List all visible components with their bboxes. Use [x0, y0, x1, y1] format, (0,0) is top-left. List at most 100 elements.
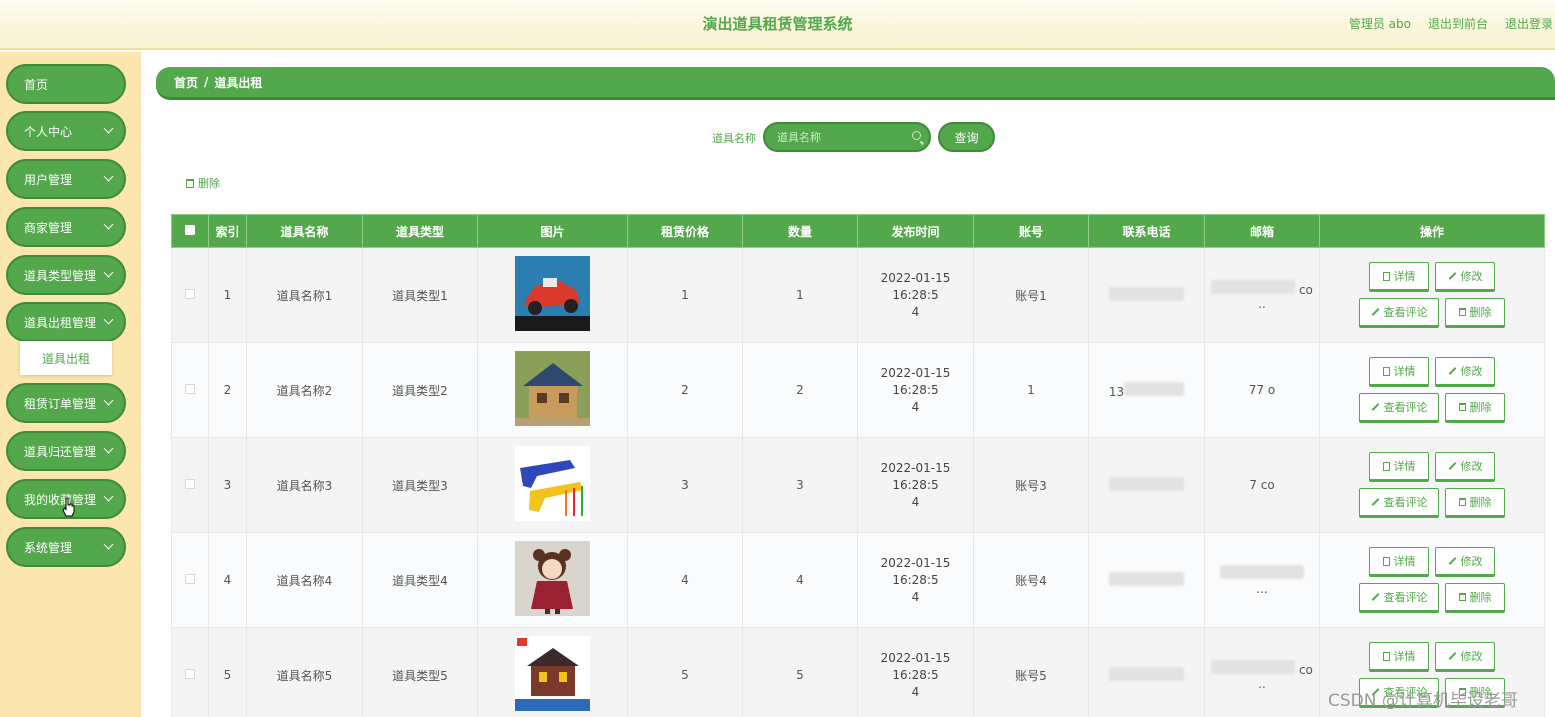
sidebar-item-user-management[interactable]: 用户管理 — [6, 159, 126, 199]
cell-actions: 详情 修改 查看评论 删除 — [1319, 532, 1545, 628]
column-header: 操作 — [1319, 214, 1545, 248]
view-comments-button[interactable]: 查看评论 — [1359, 298, 1439, 328]
column-header: 图片 — [477, 214, 628, 248]
time-line-2: 4 — [911, 304, 920, 319]
edit-label: 修改 — [1460, 270, 1483, 283]
row-checkbox[interactable] — [185, 289, 195, 299]
delete-label: 删除 — [1469, 306, 1492, 319]
logout-link[interactable]: 退出登录 — [1505, 15, 1553, 32]
cell-type: 道具类型4 — [362, 532, 478, 628]
admin-link[interactable]: 管理员 abo — [1349, 15, 1411, 32]
cell-image — [477, 342, 628, 438]
edit-icon — [1371, 593, 1379, 601]
delete-button[interactable]: 删除 — [1445, 488, 1505, 518]
time-line-2: 4 — [911, 494, 920, 509]
block-castle-image[interactable] — [515, 636, 590, 711]
delete-button[interactable]: 删除 — [1445, 298, 1505, 328]
time-line-1: 2022-01-15 16:28:5 — [880, 555, 951, 587]
sidebar-item-rental-order-management[interactable]: 租赁订单管理 — [6, 383, 126, 423]
sidebar-item-home[interactable]: 首页 — [6, 64, 126, 104]
submenu-item-prop-rental[interactable]: 道具出租 — [20, 341, 112, 375]
row-checkbox[interactable] — [185, 384, 195, 394]
cell-type: 道具类型3 — [362, 437, 478, 533]
breadcrumb-separator: / — [204, 75, 209, 89]
document-icon — [1382, 556, 1390, 566]
sidebar-item-merchant-management[interactable]: 商家管理 — [6, 207, 126, 247]
detail-button[interactable]: 详情 — [1369, 547, 1429, 577]
sidebar-item-prop-rental-management[interactable]: 道具出租管理 — [6, 302, 126, 342]
sidebar-item-label: 道具类型管理 — [24, 268, 97, 283]
trash-icon — [1458, 308, 1466, 316]
chevron-down-icon — [103, 267, 114, 278]
cell-email: co.. — [1204, 627, 1320, 717]
batch-delete-button[interactable]: 删除 — [186, 175, 220, 191]
cell-type: 道具类型2 — [362, 342, 478, 438]
cell-account: 账号3 — [973, 437, 1089, 533]
edit-icon — [1371, 498, 1379, 506]
view-comments-button[interactable]: 查看评论 — [1359, 393, 1439, 423]
edit-button[interactable]: 修改 — [1435, 357, 1495, 387]
comments-label: 查看评论 — [1383, 591, 1428, 604]
time-line-1: 2022-01-15 16:28:5 — [880, 365, 951, 397]
cell-time: 2022-01-15 16:28:5 4 — [857, 627, 974, 717]
edit-button[interactable]: 修改 — [1435, 452, 1495, 482]
breadcrumb-current: 道具出租 — [214, 75, 263, 90]
detail-label: 详情 — [1393, 650, 1416, 663]
cell-account: 账号1 — [973, 247, 1089, 343]
chevron-down-icon — [103, 123, 114, 134]
detail-button[interactable]: 详情 — [1369, 642, 1429, 672]
cell-index: 4 — [208, 532, 247, 628]
cell-phone — [1088, 437, 1205, 533]
delete-button[interactable]: 删除 — [1445, 583, 1505, 613]
breadcrumb-home[interactable]: 首页 — [174, 74, 198, 91]
detail-button[interactable]: 详情 — [1369, 262, 1429, 292]
edit-button[interactable]: 修改 — [1435, 262, 1495, 292]
column-header: 邮箱 — [1204, 214, 1320, 248]
toy-house-image[interactable] — [515, 351, 590, 426]
edit-icon — [1371, 308, 1379, 316]
blurred-phone — [1109, 666, 1184, 681]
cell-name: 道具名称3 — [246, 437, 363, 533]
breadcrumb: 首页 / 道具出租 — [156, 67, 1555, 100]
cell-time: 2022-01-15 16:28:5 4 — [857, 532, 974, 628]
row-checkbox[interactable] — [185, 574, 195, 584]
cell-qty: 1 — [742, 247, 858, 343]
row-checkbox[interactable] — [185, 669, 195, 679]
doll-image[interactable] — [515, 541, 590, 616]
email-tail: co — [1298, 662, 1313, 677]
search-label: 道具名称 — [712, 132, 756, 145]
sidebar-item-prop-type-management[interactable]: 道具类型管理 — [6, 255, 126, 295]
chevron-down-icon — [103, 491, 114, 502]
sidebar-item-personal-center[interactable]: 个人中心 — [6, 111, 126, 151]
view-comments-button[interactable]: 查看评论 — [1359, 488, 1439, 518]
search-input[interactable] — [777, 128, 905, 146]
cell-actions: 详情 修改 查看评论 删除 — [1319, 437, 1545, 533]
cell-qty: 3 — [742, 437, 858, 533]
detail-button[interactable]: 详情 — [1369, 357, 1429, 387]
table-header-row: 索引 道具名称 道具类型 图片 租赁价格 数量 发布时间 账号 联系电话 邮箱 … — [171, 214, 1545, 248]
toy-car-image[interactable] — [515, 256, 590, 331]
edit-button[interactable]: 修改 — [1435, 547, 1495, 577]
sidebar-item-prop-return-management[interactable]: 道具归还管理 — [6, 431, 126, 471]
detail-button[interactable]: 详情 — [1369, 452, 1429, 482]
sidebar-item-system-management[interactable]: 系统管理 — [6, 527, 126, 567]
comments-label: 查看评论 — [1383, 496, 1428, 509]
trash-icon — [186, 178, 194, 188]
row-checkbox[interactable] — [185, 479, 195, 489]
detail-label: 详情 — [1393, 270, 1416, 283]
cell-image — [477, 437, 628, 533]
cell-index: 5 — [208, 627, 247, 717]
trash-icon — [1458, 403, 1466, 411]
select-all-cell — [171, 214, 209, 248]
sidebar: 首页 个人中心 用户管理 商家管理 道具类型管理 道具出租管理 道具出租 租赁订… — [0, 52, 141, 717]
cell-email: 77 o — [1204, 342, 1320, 438]
query-button[interactable]: 查询 — [938, 122, 995, 152]
edit-button[interactable]: 修改 — [1435, 642, 1495, 672]
toy-guns-image[interactable] — [515, 446, 590, 521]
detail-label: 详情 — [1393, 460, 1416, 473]
view-comments-button[interactable]: 查看评论 — [1359, 583, 1439, 613]
select-all-checkbox[interactable] — [185, 225, 195, 235]
back-to-front-link[interactable]: 退出到前台 — [1428, 15, 1488, 32]
delete-button[interactable]: 删除 — [1445, 393, 1505, 423]
cell-phone — [1088, 627, 1205, 717]
